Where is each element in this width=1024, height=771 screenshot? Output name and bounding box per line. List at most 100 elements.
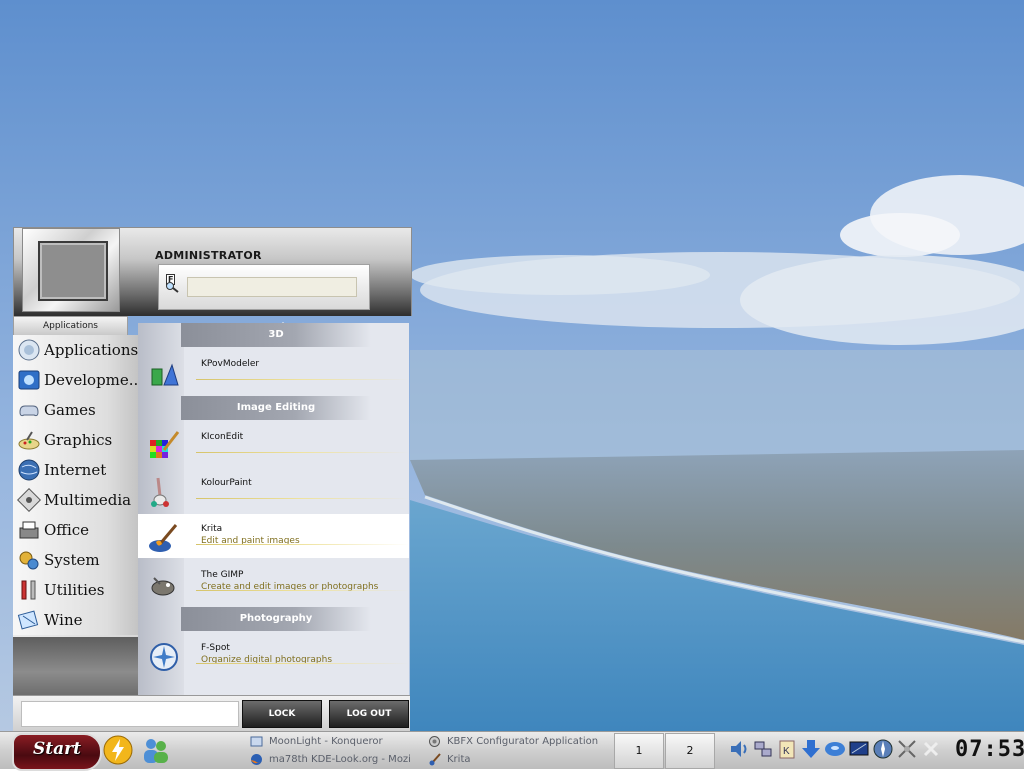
- app-kiconedit[interactable]: KIconEdit: [138, 422, 409, 466]
- category-wine[interactable]: Wine: [13, 605, 138, 635]
- task-krita[interactable]: Krita: [428, 751, 471, 767]
- category-label: System: [44, 551, 100, 569]
- settings-icon[interactable]: [896, 738, 918, 760]
- app-gimp[interactable]: The GIMP Create and edit images or photo…: [138, 560, 409, 604]
- section-header: Image Editing: [181, 396, 371, 420]
- task-label: KBFX Configurator Application: [447, 735, 599, 747]
- app-name: F-Spot: [201, 643, 230, 653]
- taskbar: Start MoonLight - Konqueror ma78th KDE-L…: [0, 731, 1024, 771]
- kpovmodeler-icon: [148, 357, 180, 389]
- category-office[interactable]: Office: [13, 515, 138, 545]
- krita-icon: [148, 522, 180, 554]
- multimedia-icon: [16, 487, 42, 513]
- category-panel-footer: [13, 637, 138, 695]
- clock: 07:53: [955, 737, 1024, 762]
- app-fspot[interactable]: F-Spot Organize digital photographs: [138, 633, 409, 677]
- category-internet[interactable]: Internet: [13, 455, 138, 485]
- app-name: KolourPaint: [201, 478, 252, 488]
- category-system[interactable]: System: [13, 545, 138, 575]
- disc-icon[interactable]: [824, 738, 846, 760]
- category-list: Applications Developme... Games Graphics…: [13, 335, 138, 637]
- app-divider: [196, 544, 409, 545]
- avatar[interactable]: [38, 241, 108, 301]
- app-divider: [196, 498, 409, 499]
- compass-icon[interactable]: [872, 738, 894, 760]
- desktop-2-button[interactable]: 2: [665, 733, 715, 769]
- lightning-icon[interactable]: [103, 735, 133, 765]
- search-icon: F: [165, 274, 179, 293]
- category-tab[interactable]: Applications: [13, 316, 128, 336]
- users-icon[interactable]: [141, 735, 171, 765]
- system-icon: [16, 547, 42, 573]
- lock-button[interactable]: LOCK: [242, 700, 322, 728]
- speaker-icon[interactable]: [728, 738, 750, 760]
- section-header: Photography: [181, 607, 371, 631]
- section-header: 3D: [181, 323, 371, 347]
- logout-button[interactable]: LOG OUT: [329, 700, 409, 728]
- category-utilities[interactable]: Utilities: [13, 575, 138, 605]
- app-divider: [196, 452, 409, 453]
- kbfx-icon: [428, 735, 441, 748]
- task-label: ma78th KDE-Look.org - Mozi: [269, 753, 411, 765]
- application-list: 3D KPovModeler Image Editing KIconEdit K…: [138, 323, 409, 695]
- avatar-frame: [22, 228, 120, 312]
- monitor-icon[interactable]: [848, 738, 870, 760]
- category-label: Applications: [44, 341, 138, 359]
- category-label: Office: [44, 521, 90, 539]
- games-icon: [16, 397, 42, 423]
- category-development[interactable]: Developme...: [13, 365, 138, 395]
- category-label: Developme...: [44, 371, 138, 389]
- svg-text:K: K: [783, 746, 790, 757]
- category-label: Internet: [44, 461, 107, 479]
- task-kbfx[interactable]: KBFX Configurator Application: [428, 733, 598, 749]
- konqueror-icon: [250, 735, 263, 748]
- close-icon[interactable]: [920, 738, 942, 760]
- menu-footer: LOCK LOG OUT: [13, 695, 410, 732]
- search-box: F: [158, 264, 370, 310]
- category-label: Games: [44, 401, 96, 419]
- fspot-icon: [148, 641, 180, 673]
- task-firefox[interactable]: ma78th KDE-Look.org - Mozi: [250, 751, 411, 767]
- network-icon[interactable]: [752, 738, 774, 760]
- category-label: Graphics: [44, 431, 113, 449]
- category-graphics[interactable]: Graphics: [13, 425, 138, 455]
- footer-input[interactable]: [21, 701, 239, 727]
- development-icon: [16, 367, 42, 393]
- task-konqueror[interactable]: MoonLight - Konqueror: [250, 733, 383, 749]
- download-icon[interactable]: [800, 738, 822, 760]
- start-label: Start: [33, 739, 81, 759]
- applications-icon: [16, 337, 42, 363]
- app-name: Krita: [201, 524, 223, 534]
- start-button[interactable]: Start: [12, 733, 102, 771]
- app-divider: [196, 379, 409, 380]
- graphics-icon: [16, 427, 42, 453]
- gimp-icon: [148, 568, 180, 600]
- internet-icon: [16, 457, 42, 483]
- desktop-1-button[interactable]: 1: [614, 733, 664, 769]
- category-label: Utilities: [44, 581, 105, 599]
- app-kolourpaint[interactable]: KolourPaint: [138, 468, 409, 512]
- krita-icon: [428, 752, 441, 766]
- office-icon: [16, 517, 42, 543]
- category-label: Multimedia: [44, 491, 132, 509]
- search-input[interactable]: [187, 277, 357, 297]
- app-kpovmodeler[interactable]: KPovModeler: [138, 349, 409, 393]
- app-divider: [196, 590, 409, 591]
- app-name: KIconEdit: [201, 432, 244, 442]
- task-label: MoonLight - Konqueror: [269, 735, 383, 747]
- kolourpaint-icon: [148, 476, 180, 508]
- category-multimedia[interactable]: Multimedia: [13, 485, 138, 515]
- menu-header: ADMINISTRATOR F: [13, 227, 412, 328]
- category-games[interactable]: Games: [13, 395, 138, 425]
- app-name: KPovModeler: [201, 359, 260, 369]
- category-label: Wine: [44, 611, 83, 629]
- app-krita[interactable]: Krita Edit and paint images: [138, 514, 409, 558]
- utilities-icon: [16, 577, 42, 603]
- app-divider: [196, 663, 409, 664]
- task-label: Krita: [447, 753, 471, 765]
- wine-icon: [16, 607, 42, 633]
- magnifier-icon: [166, 282, 179, 293]
- klipper-icon[interactable]: K: [776, 738, 798, 760]
- firefox-icon: [250, 753, 263, 766]
- category-applications[interactable]: Applications: [13, 335, 138, 365]
